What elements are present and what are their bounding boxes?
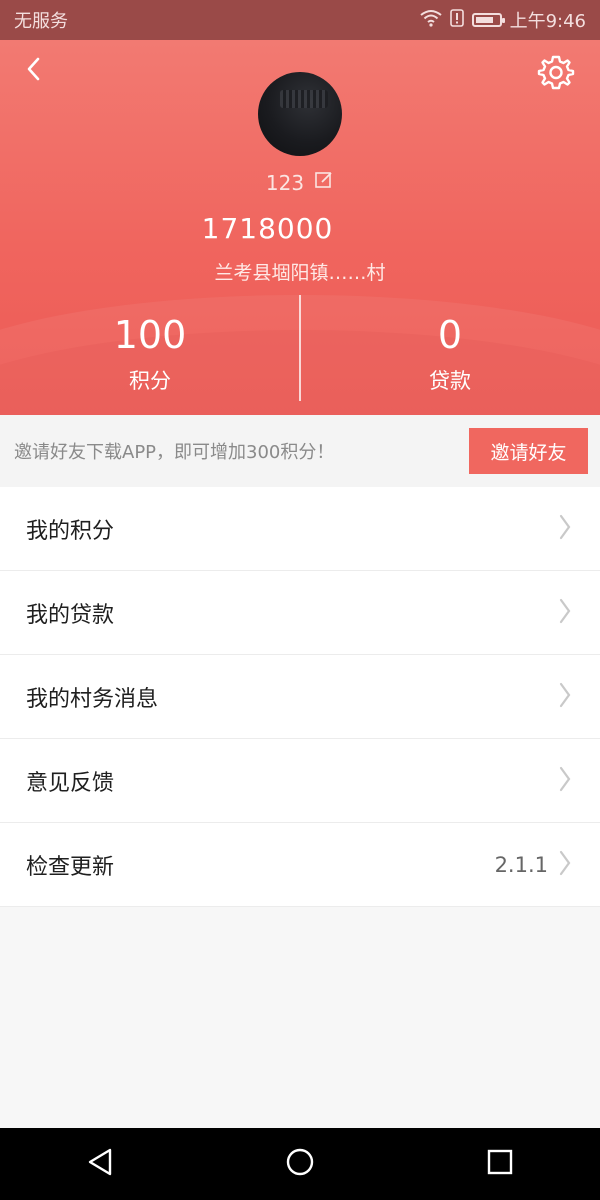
menu-item-feedback[interactable]: 意见反馈 [0,739,600,823]
gear-icon [537,53,575,95]
recents-square-icon [486,1148,514,1180]
menu-item-my-points[interactable]: 我的积分 [0,487,600,571]
stat-divider [299,295,301,401]
stat-points[interactable]: 100 积分 [0,295,300,405]
menu-item-label: 意见反馈 [26,770,115,796]
menu-item-village-messages[interactable]: 我的村务消息 [0,655,600,739]
avatar[interactable] [258,72,342,156]
menu-item-label: 检查更新 [26,854,115,880]
menu-list: 我的积分 我的贷款 我的村务消息 意见反馈 检查更新 2.1.1 [0,487,600,907]
profile-header: 123 1718000 兰考县堌阳镇……村 100 积分 0 贷款 [0,40,600,415]
chevron-right-icon [558,513,572,545]
nav-back-button[interactable] [70,1134,130,1194]
menu-item-label: 我的村务消息 [26,686,159,712]
clock-label: 上午9:46 [509,11,586,32]
version-number: 2.1.1 [494,852,548,877]
menu-item-my-loans[interactable]: 我的贷款 [0,571,600,655]
chevron-right-icon [558,765,572,797]
system-nav-bar [0,1128,600,1200]
settings-button[interactable] [536,54,576,94]
battery-icon [471,13,505,27]
edit-icon [314,170,334,195]
stat-value: 0 [437,313,463,357]
back-button[interactable] [18,56,48,86]
stat-value: 100 [113,313,187,357]
menu-item-label: 我的积分 [26,518,115,544]
username-row[interactable]: 123 [0,170,600,195]
invite-bar: 邀请好友下载APP，即可增加300积分！ 邀请好友 [0,415,600,487]
stat-label: 贷款 [429,369,471,393]
chevron-right-icon [558,681,572,713]
carrier-label: 无服务 [14,11,68,32]
invite-friends-button[interactable]: 邀请好友 [469,428,588,474]
chevron-right-icon [558,849,572,881]
menu-item-label: 我的贷款 [26,602,115,628]
back-chevron-icon [24,56,42,86]
back-triangle-icon [86,1147,114,1181]
phone-number: 1718000 [201,212,334,245]
wifi-icon [419,9,442,32]
address: 兰考县堌阳镇……村 [214,262,386,284]
nav-recents-button[interactable] [470,1134,530,1194]
chevron-right-icon [558,597,572,629]
stat-label: 积分 [129,369,171,393]
home-circle-icon [285,1147,315,1181]
menu-item-check-update[interactable]: 检查更新 2.1.1 [0,823,600,907]
stats-row: 100 积分 0 贷款 [0,295,600,405]
nav-home-button[interactable] [270,1134,330,1194]
status-bar: 无服务 上午9:46 [0,0,600,40]
alert-icon [449,8,464,32]
invite-text: 邀请好友下载APP，即可增加300积分！ [14,442,335,463]
username: 123 [265,170,305,195]
status-icons: 上午9:46 [419,7,586,33]
stat-loans[interactable]: 0 贷款 [300,295,600,405]
